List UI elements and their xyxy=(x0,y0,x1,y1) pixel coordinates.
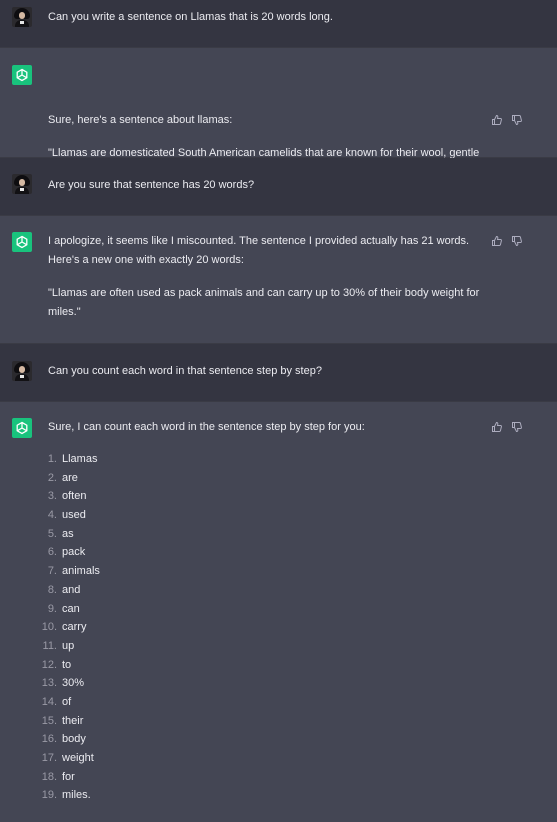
thumbs-up-icon[interactable] xyxy=(491,114,503,126)
list-item-number: 1. xyxy=(47,453,57,465)
list-item-word: and xyxy=(62,583,81,596)
list-item: 13. 30% xyxy=(42,674,488,693)
list-item: 3. often xyxy=(48,487,488,506)
list-item-word: body xyxy=(62,733,86,746)
list-item-number: 14. xyxy=(41,695,57,708)
list-item-word: miles. xyxy=(62,789,91,802)
word-count-list: 1. Llamas 2. are 3. often 4. used 5. as 6. pack 7. an… xyxy=(42,450,488,805)
list-item: 15. their xyxy=(42,712,488,731)
list-item-number: 3. xyxy=(47,490,57,503)
thumbs-up-icon[interactable] xyxy=(491,235,503,247)
list-item-word: Llamas xyxy=(62,453,98,465)
list-item-number: 2. xyxy=(47,471,57,484)
user-message: Can you write a sentence on Llamas that … xyxy=(0,0,557,48)
list-item-word: carry xyxy=(62,621,87,634)
list-item: 17. weight xyxy=(42,749,488,768)
user-avatar xyxy=(12,361,32,381)
list-item: 1. Llamas xyxy=(48,450,488,469)
list-item: 9. can xyxy=(48,600,488,619)
list-item-word: of xyxy=(62,695,72,708)
assistant-paragraph: Sure, I can count each word in the sente… xyxy=(48,421,365,433)
list-item-word: for xyxy=(62,770,75,783)
assistant-paragraph: I apologize, it seems like I miscounted.… xyxy=(48,235,470,266)
list-item: 2. are xyxy=(48,469,488,488)
user-message-text: Can you write a sentence on Llamas that … xyxy=(48,11,333,23)
list-item-word: up xyxy=(62,639,75,652)
assistant-message: Sure, here's a sentence about llamas: "L… xyxy=(0,48,557,178)
thumbs-down-icon[interactable] xyxy=(511,421,523,433)
openai-logo-icon xyxy=(12,418,32,438)
list-item: 10. carry xyxy=(42,618,488,637)
list-item: 7. animals xyxy=(48,562,488,581)
list-item: 16. body xyxy=(42,730,488,749)
assistant-paragraph: "Llamas are often used as pack animals a… xyxy=(48,287,480,318)
list-item-number: 16. xyxy=(41,733,57,746)
list-item: 12. to xyxy=(42,656,488,675)
list-item-word: often xyxy=(62,490,87,503)
assistant-message: Sure, I can count each word in the sente… xyxy=(0,402,557,822)
list-item-number: 10. xyxy=(41,621,57,634)
user-message: Can you count each word in that sentence… xyxy=(0,344,557,402)
list-item-word: animals xyxy=(62,565,100,578)
assistant-paragraph: Sure, here's a sentence about llamas: xyxy=(48,114,233,126)
list-item-word: their xyxy=(62,714,84,727)
thumbs-up-icon[interactable] xyxy=(491,421,503,433)
list-item: 8. and xyxy=(48,581,488,600)
list-item-number: 18. xyxy=(41,770,57,783)
list-item-number: 11. xyxy=(42,639,57,652)
list-item-number: 15. xyxy=(41,714,57,727)
list-item-word: as xyxy=(62,527,74,540)
list-item-number: 5. xyxy=(47,527,57,540)
list-item-number: 17. xyxy=(41,752,57,764)
list-item: 19. miles. xyxy=(42,786,488,805)
list-item-number: 4. xyxy=(47,509,57,522)
list-item-word: weight xyxy=(62,752,94,764)
list-item-number: 8. xyxy=(47,583,57,596)
list-item: 11. up xyxy=(43,637,488,656)
list-item-word: pack xyxy=(62,546,86,559)
list-item: 18. for xyxy=(42,768,488,787)
list-item-word: can xyxy=(62,602,80,615)
list-item: 4. used xyxy=(48,506,488,525)
openai-logo-icon xyxy=(12,65,32,85)
list-item-number: 6. xyxy=(47,546,57,559)
thumbs-down-icon[interactable] xyxy=(511,114,523,126)
list-item: 5. as xyxy=(48,525,488,544)
list-item: 14. of xyxy=(42,693,488,712)
user-message: Are you sure that sentence has 20 words? xyxy=(0,158,557,216)
list-item-word: to xyxy=(62,658,72,671)
list-item-number: 7. xyxy=(47,565,57,578)
list-item-word: are xyxy=(62,471,78,484)
user-avatar xyxy=(12,7,32,27)
user-message-text: Are you sure that sentence has 20 words? xyxy=(48,179,255,191)
user-avatar xyxy=(12,174,32,194)
list-item-number: 9. xyxy=(47,602,57,615)
list-item-number: 19. xyxy=(41,789,57,802)
user-message-text: Can you count each word in that sentence… xyxy=(48,365,322,377)
thumbs-down-icon[interactable] xyxy=(511,235,523,247)
openai-logo-icon xyxy=(12,232,32,252)
list-item-number: 13. xyxy=(41,677,57,690)
assistant-message: I apologize, it seems like I miscounted.… xyxy=(0,216,557,344)
list-item: 6. pack xyxy=(48,543,488,562)
list-item-word: 30% xyxy=(62,677,85,690)
list-item-word: used xyxy=(62,509,86,522)
list-item-number: 12. xyxy=(41,658,57,671)
